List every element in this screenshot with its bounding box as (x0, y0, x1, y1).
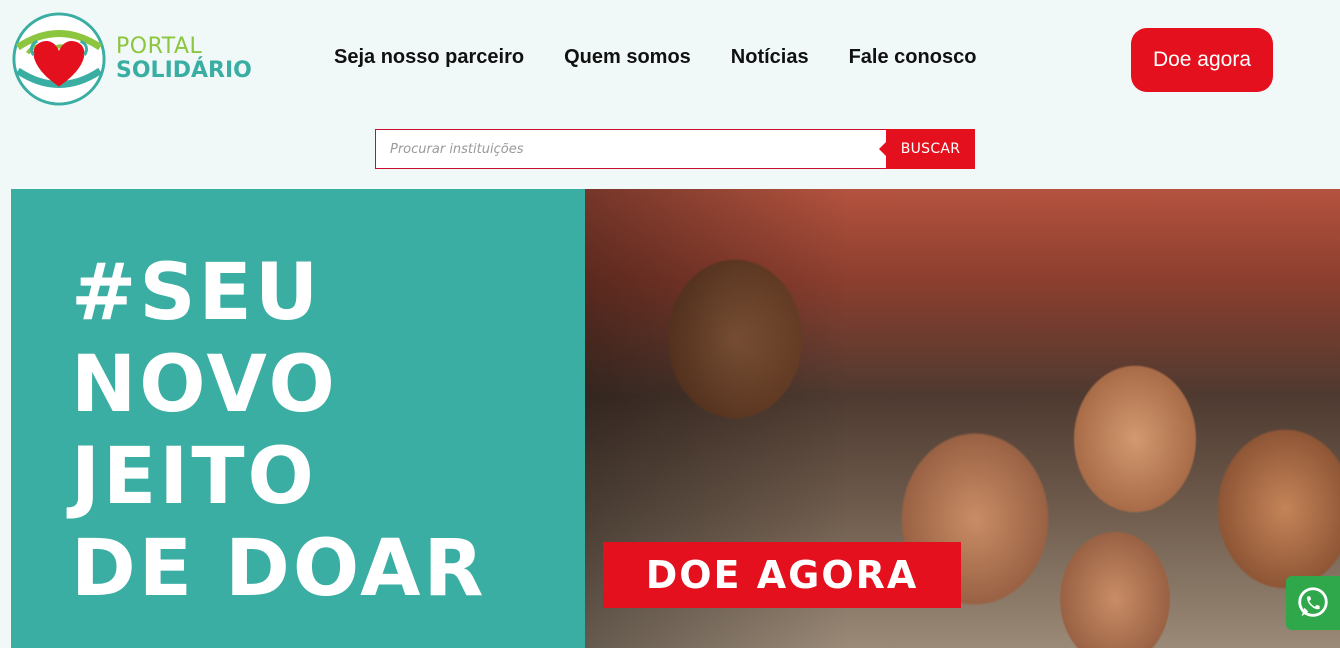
brand-logo[interactable]: PORTAL SOLIDÁRIO (10, 10, 252, 108)
brand-name: PORTAL SOLIDÁRIO (116, 36, 252, 82)
search-bar: BUSCAR (375, 129, 975, 169)
nav-link-about[interactable]: Quem somos (564, 46, 691, 69)
brand-name-line2: SOLIDÁRIO (116, 58, 252, 83)
hero-headline-line3: JEITO (71, 432, 317, 522)
hero-headline: #SEU NOVO JEITO DE DOAR (71, 247, 487, 615)
site-header: PORTAL SOLIDÁRIO Seja nosso parceiro Que… (0, 0, 1340, 120)
nav-link-news[interactable]: Notícias (731, 46, 809, 69)
whatsapp-button[interactable] (1286, 576, 1340, 630)
search-input[interactable] (375, 129, 886, 169)
globe-heart-logo-icon (12, 12, 106, 106)
hero-text-panel: #SEU NOVO JEITO DE DOAR (11, 189, 585, 648)
main-nav: Seja nosso parceiro Quem somos Notícias … (334, 46, 976, 69)
hero-donate-button[interactable]: DOE AGORA (603, 542, 961, 608)
nav-link-contact[interactable]: Fale conosco (849, 46, 977, 69)
whatsapp-icon (1298, 587, 1328, 617)
hero-headline-line2: NOVO (71, 340, 338, 430)
hero-banner: #SEU NOVO JEITO DE DOAR DOE AGORA (11, 189, 1340, 648)
brand-name-line1: PORTAL (116, 34, 203, 59)
hero-headline-line1: #SEU (71, 248, 322, 338)
nav-link-partner[interactable]: Seja nosso parceiro (334, 46, 524, 69)
search-button[interactable]: BUSCAR (879, 129, 975, 169)
hero-headline-line4: DE DOAR (71, 524, 487, 614)
donate-now-button[interactable]: Doe agora (1131, 28, 1273, 92)
